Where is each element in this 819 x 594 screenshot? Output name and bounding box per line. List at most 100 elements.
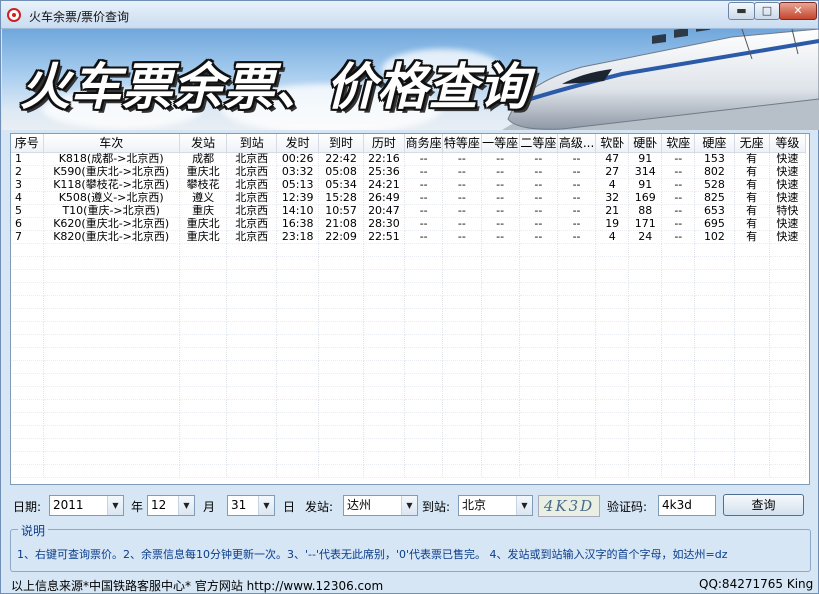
- minimize-button[interactable]: ▬: [728, 2, 755, 20]
- empty-cell: [404, 308, 444, 322]
- table-cell: 05:34: [318, 178, 364, 192]
- empty-cell: [734, 399, 770, 413]
- empty-cell: [519, 412, 558, 426]
- table-cell: 653: [694, 204, 735, 218]
- table-cell: 102: [694, 230, 735, 244]
- column-header[interactable]: 软卧: [595, 134, 630, 153]
- empty-cell: [628, 399, 663, 413]
- empty-cell: [734, 386, 770, 400]
- column-header[interactable]: 到站: [226, 134, 277, 153]
- query-button[interactable]: 查询: [723, 494, 804, 516]
- maximize-button[interactable]: □: [754, 2, 780, 20]
- table-row[interactable]: 5 T10(重庆->北京西) 重庆 北京西 14:10 10:57 20:47 -- -- -- -…: [11, 204, 807, 218]
- empty-cell: [628, 425, 663, 439]
- empty-cell: [226, 360, 277, 374]
- title-bar[interactable]: 火车余票/票价查询 ▬ □ ✕: [1, 1, 818, 29]
- empty-row: [11, 360, 807, 374]
- dropdown-arrow-icon[interactable]: ▼: [107, 496, 123, 515]
- dropdown-arrow-icon[interactable]: ▼: [401, 496, 417, 515]
- empty-row: [11, 425, 807, 439]
- empty-cell: [557, 334, 597, 348]
- empty-row: [11, 412, 807, 426]
- empty-cell: [694, 347, 735, 361]
- table-cell: 快速: [769, 165, 807, 179]
- table-row[interactable]: 2 K590(重庆北->北京西) 重庆北 北京西 03:32 05:08 25:36 -- --…: [11, 165, 807, 179]
- table-cell: --: [557, 152, 597, 166]
- empty-cell: [43, 321, 180, 335]
- from-station-label: 发站:: [305, 500, 334, 514]
- table-cell: 有: [734, 204, 770, 218]
- dropdown-arrow-icon[interactable]: ▼: [258, 496, 274, 515]
- dropdown-arrow-icon[interactable]: ▼: [516, 496, 532, 515]
- empty-cell: [226, 295, 277, 309]
- table-row[interactable]: 1 K818(成都->北京西) 成都 北京西 00:26 22:42 22:16 -- -- --…: [11, 152, 807, 166]
- to-station-select[interactable]: 北京 ▼: [458, 495, 533, 516]
- column-header[interactable]: 到时: [318, 134, 364, 153]
- column-header[interactable]: 一等座: [481, 134, 520, 153]
- table-cell: 22:16: [363, 152, 406, 166]
- table-cell: 5: [11, 204, 44, 218]
- column-header[interactable]: 硬卧: [628, 134, 663, 153]
- table-cell: --: [481, 204, 520, 218]
- column-header[interactable]: 特等座: [442, 134, 482, 153]
- captcha-input[interactable]: 4k3d: [658, 495, 716, 516]
- table-cell: 314: [628, 165, 663, 179]
- close-button[interactable]: ✕: [779, 2, 817, 20]
- empty-cell: [11, 360, 44, 374]
- empty-cell: [557, 243, 597, 257]
- empty-cell: [661, 386, 696, 400]
- column-header[interactable]: 高级...: [557, 134, 597, 153]
- empty-row: [11, 243, 807, 257]
- app-icon: [7, 8, 21, 22]
- column-header[interactable]: 无座: [734, 134, 770, 153]
- year-select[interactable]: 2011 ▼: [49, 495, 124, 516]
- table-cell: --: [481, 178, 520, 192]
- empty-cell: [318, 295, 364, 309]
- table-cell: --: [661, 191, 696, 205]
- empty-cell: [226, 334, 277, 348]
- table-row[interactable]: 6 K620(重庆北->北京西) 重庆北 北京西 16:38 21:08 28:30 -- --…: [11, 217, 807, 231]
- column-header[interactable]: 发时: [276, 134, 320, 153]
- empty-cell: [519, 386, 558, 400]
- empty-cell: [769, 438, 807, 452]
- column-header[interactable]: 二等座: [519, 134, 558, 153]
- month-label: 月: [203, 500, 216, 514]
- empty-cell: [557, 399, 597, 413]
- month-select[interactable]: 12 ▼: [147, 495, 195, 516]
- dropdown-arrow-icon[interactable]: ▼: [178, 496, 194, 515]
- table-cell: 有: [734, 178, 770, 192]
- column-header[interactable]: 序号: [11, 134, 44, 153]
- empty-cell: [628, 464, 663, 478]
- table-row[interactable]: 7 K820(重庆北->北京西) 重庆北 北京西 23:18 22:09 22:51 -- --…: [11, 230, 807, 244]
- column-header[interactable]: 历时: [363, 134, 406, 153]
- table-row[interactable]: 3 K118(攀枝花->北京西) 攀枝花 北京西 05:13 05:34 24:21 -- --…: [11, 178, 807, 192]
- table-cell: 有: [734, 152, 770, 166]
- empty-cell: [363, 438, 406, 452]
- results-table[interactable]: 序号 车次 发站 到站 发时 到时 历时 商务座 特等座 一等座 二等座 高级... 软卧 硬卧 软座 硬座无…: [10, 133, 810, 485]
- table-row[interactable]: 4 K508(遵义->北京西) 遵义 北京西 12:39 15:28 26:49 -- -- --…: [11, 191, 807, 205]
- empty-cell: [442, 269, 482, 283]
- column-header[interactable]: 发站: [179, 134, 228, 153]
- empty-cell: [481, 282, 520, 296]
- column-header[interactable]: 硬座: [694, 134, 735, 153]
- empty-cell: [404, 295, 444, 309]
- column-header[interactable]: 软座: [661, 134, 696, 153]
- banner: 火车票余票、价格查询: [2, 29, 819, 130]
- empty-cell: [694, 256, 735, 270]
- table-cell: 91: [628, 152, 663, 166]
- table-cell: 有: [734, 191, 770, 205]
- captcha-image[interactable]: 4K3D: [538, 495, 600, 517]
- day-select[interactable]: 31 ▼: [227, 495, 275, 516]
- empty-cell: [43, 347, 180, 361]
- table-cell: 47: [595, 152, 630, 166]
- empty-cell: [179, 334, 228, 348]
- empty-cell: [442, 451, 482, 465]
- column-header[interactable]: 商务座: [404, 134, 444, 153]
- empty-cell: [442, 334, 482, 348]
- column-header[interactable]: 车次: [43, 134, 180, 153]
- column-header[interactable]: 等级: [769, 134, 807, 153]
- table-cell: T10(重庆->北京西): [43, 204, 180, 218]
- from-station-select[interactable]: 达州 ▼: [343, 495, 418, 516]
- table-cell: --: [661, 204, 696, 218]
- table-cell: K118(攀枝花->北京西): [43, 178, 180, 192]
